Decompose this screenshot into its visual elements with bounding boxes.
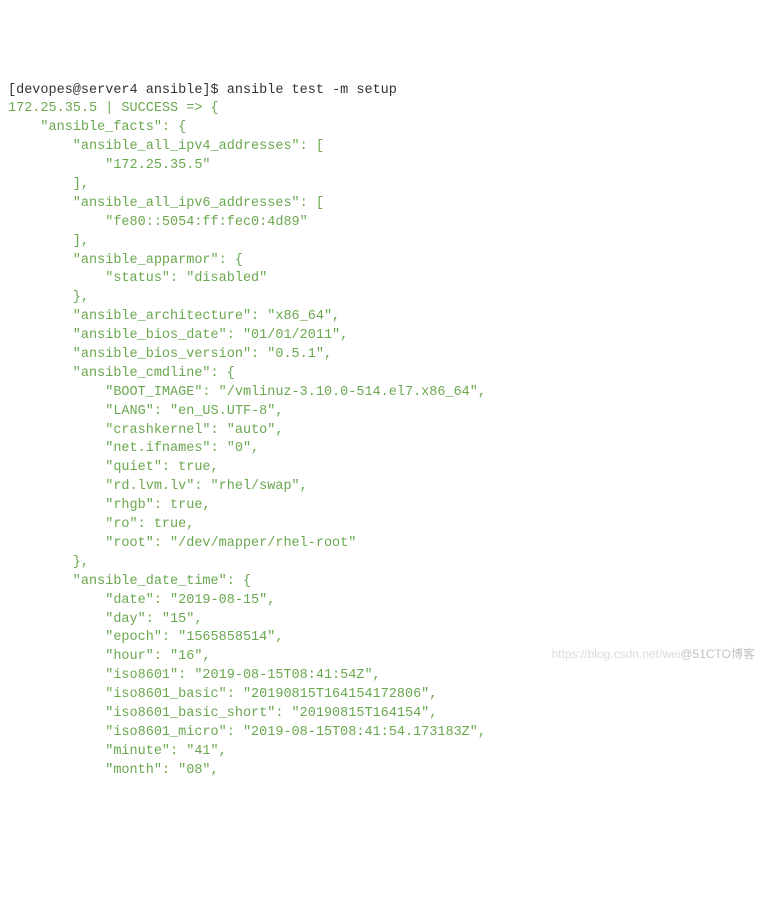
output-line: "ansible_cmdline": { <box>8 366 235 381</box>
output-line: "date": "2019-08-15", <box>8 593 275 608</box>
output-line: "net.ifnames": "0", <box>8 441 259 456</box>
output-line: "ansible_all_ipv6_addresses": [ <box>8 196 324 211</box>
output-line: "iso8601_micro": "2019-08-15T08:41:54.17… <box>8 725 486 740</box>
output-line: "172.25.35.5" <box>8 158 211 173</box>
watermark-text: @51CTO博客 <box>680 647 755 661</box>
output-line: ], <box>8 177 89 192</box>
output-line: "ansible_bios_version": "0.5.1", <box>8 347 332 362</box>
output-line: "day": "15", <box>8 612 202 627</box>
output-line: "ansible_facts": { <box>8 120 186 135</box>
output-line: "ansible_all_ipv4_addresses": [ <box>8 139 324 154</box>
watermark: https://blog.csdn.net/wei@51CTO博客 <box>552 646 755 663</box>
output-line: }, <box>8 555 89 570</box>
output-line: 172.25.35.5 | SUCCESS => { <box>8 101 219 116</box>
output-line: "quiet": true, <box>8 460 219 475</box>
output-line: "iso8601_basic": "20190815T164154172806"… <box>8 687 437 702</box>
output-line: "ansible_architecture": "x86_64", <box>8 309 340 324</box>
output-line: "ro": true, <box>8 517 194 532</box>
terminal-output: [devopes@server4 ansible]$ ansible test … <box>8 82 757 781</box>
output-line: "crashkernel": "auto", <box>8 423 283 438</box>
output-line: "ansible_apparmor": { <box>8 253 243 268</box>
output-line: "LANG": "en_US.UTF-8", <box>8 404 283 419</box>
watermark-faint: https://blog.csdn.net/wei <box>552 647 681 661</box>
output-line: "BOOT_IMAGE": "/vmlinuz-3.10.0-514.el7.x… <box>8 385 486 400</box>
shell-command: ansible test -m setup <box>227 83 397 98</box>
output-line: "hour": "16", <box>8 649 211 664</box>
output-line: }, <box>8 290 89 305</box>
output-line: "ansible_bios_date": "01/01/2011", <box>8 328 348 343</box>
output-line: "rd.lvm.lv": "rhel/swap", <box>8 479 308 494</box>
output-line: "month": "08", <box>8 763 219 778</box>
output-line: "iso8601": "2019-08-15T08:41:54Z", <box>8 668 381 683</box>
output-line: "iso8601_basic_short": "20190815T164154"… <box>8 706 437 721</box>
output-line: "epoch": "1565858514", <box>8 630 283 645</box>
output-line: "fe80::5054:ff:fec0:4d89" <box>8 215 308 230</box>
output-line: "rhgb": true, <box>8 498 211 513</box>
output-line: ], <box>8 234 89 249</box>
output-line: "status": "disabled" <box>8 271 267 286</box>
shell-prompt: [devopes@server4 ansible]$ <box>8 83 227 98</box>
output-line: "minute": "41", <box>8 744 227 759</box>
output-line: "ansible_date_time": { <box>8 574 251 589</box>
output-line: "root": "/dev/mapper/rhel-root" <box>8 536 356 551</box>
